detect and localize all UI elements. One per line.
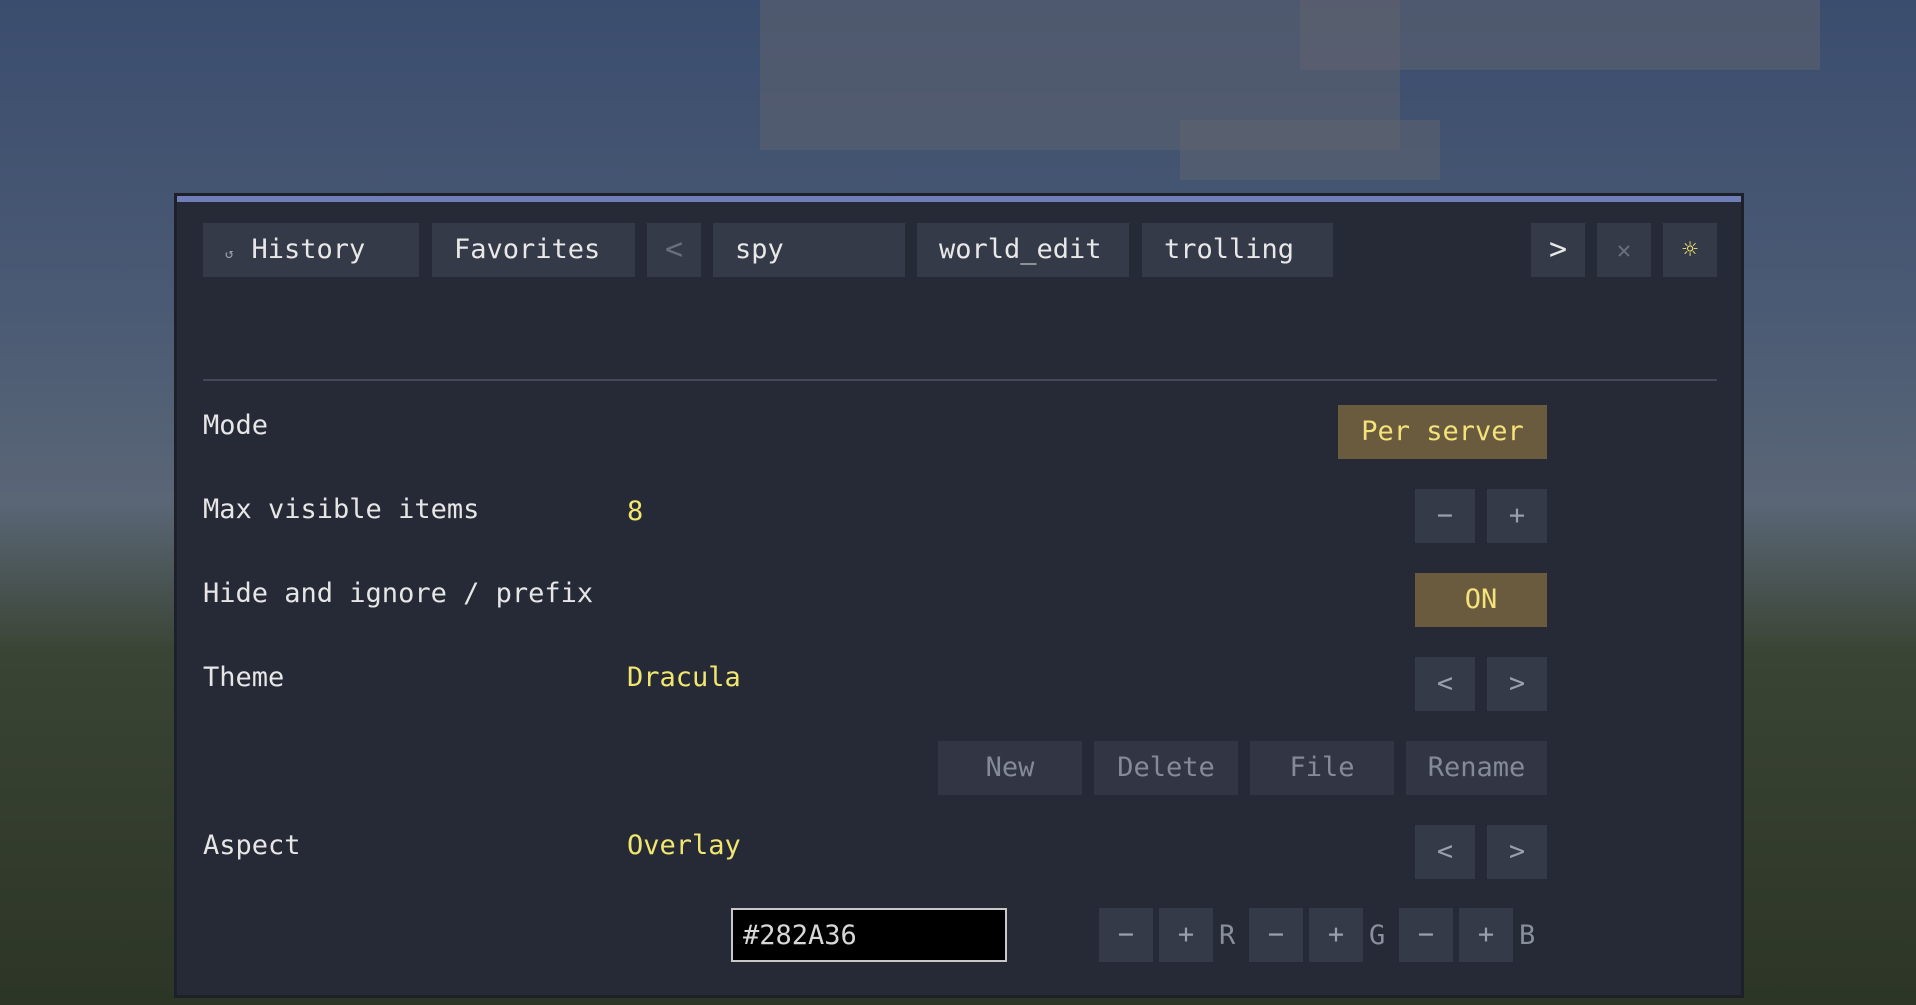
minus-icon: − — [1417, 919, 1435, 950]
minus-icon: − — [1117, 919, 1135, 950]
max-visible-decrease-button[interactable]: − — [1415, 489, 1475, 543]
tab-world-edit-label: world_edit — [939, 234, 1102, 265]
green-channel-label: G — [1369, 920, 1386, 951]
panel-accent-bar — [177, 196, 1741, 202]
chevron-right-icon: > — [1508, 668, 1526, 699]
tab-spy-label: spy — [735, 234, 784, 265]
chevron-left-icon: < — [1436, 668, 1454, 699]
plus-icon: + — [1508, 500, 1526, 531]
max-visible-increase-button[interactable]: + — [1487, 489, 1547, 543]
max-visible-value: 8 — [627, 496, 644, 527]
aspect-prev-button[interactable]: < — [1415, 825, 1475, 879]
tab-favorites-label: Favorites — [454, 234, 601, 265]
theme-delete-button[interactable]: Delete — [1094, 741, 1238, 795]
chevron-right-icon: > — [1548, 232, 1568, 267]
tab-world-edit[interactable]: world_edit — [917, 223, 1129, 277]
tab-trolling[interactable]: trolling — [1142, 223, 1333, 277]
commands-panel: ↺ History Favorites < spy world_edit trol… — [174, 193, 1744, 998]
aspect-next-button[interactable]: > — [1487, 825, 1547, 879]
theme-new-button[interactable]: New — [938, 741, 1082, 795]
section-divider — [203, 379, 1717, 381]
green-increase-button[interactable]: + — [1309, 908, 1363, 962]
plus-icon: + — [1177, 919, 1195, 950]
tab-history[interactable]: ↺ History — [203, 223, 419, 277]
red-increase-button[interactable]: + — [1159, 908, 1213, 962]
tabs-next-button[interactable]: > — [1531, 223, 1585, 277]
blue-decrease-button[interactable]: − — [1399, 908, 1453, 962]
tab-history-label: History — [251, 234, 366, 265]
minus-icon: − — [1267, 919, 1285, 950]
theme-value: Dracula — [627, 662, 741, 693]
theme-label: Theme — [203, 662, 285, 693]
close-button[interactable]: ✕ — [1597, 223, 1651, 277]
gear-icon: ☼ — [1682, 235, 1698, 265]
theme-next-button[interactable]: > — [1487, 657, 1547, 711]
chevron-right-icon: > — [1508, 836, 1526, 867]
red-channel-label: R — [1219, 920, 1236, 951]
hide-prefix-label: Hide and ignore / prefix — [203, 578, 594, 609]
aspect-value: Overlay — [627, 830, 741, 861]
theme-prev-button[interactable]: < — [1415, 657, 1475, 711]
chevron-left-icon: < — [664, 232, 684, 267]
refresh-icon: ↺ — [225, 246, 234, 262]
background-cloud — [1300, 0, 1820, 70]
mode-label: Mode — [203, 410, 269, 441]
theme-file-button[interactable]: File — [1250, 741, 1394, 795]
color-hex-input[interactable] — [731, 908, 1007, 962]
settings-button[interactable]: ☼ — [1663, 223, 1717, 277]
theme-rename-button[interactable]: Rename — [1406, 741, 1547, 795]
minus-icon: − — [1436, 500, 1454, 531]
green-decrease-button[interactable]: − — [1249, 908, 1303, 962]
blue-channel-label: B — [1519, 920, 1536, 951]
mode-toggle-button[interactable]: Per server — [1338, 405, 1547, 459]
tab-favorites[interactable]: Favorites — [432, 223, 635, 277]
plus-icon: + — [1327, 919, 1345, 950]
blue-increase-button[interactable]: + — [1459, 908, 1513, 962]
red-decrease-button[interactable]: − — [1099, 908, 1153, 962]
tabs-prev-button[interactable]: < — [647, 223, 701, 277]
close-icon: ✕ — [1616, 236, 1632, 264]
max-visible-label: Max visible items — [203, 494, 480, 525]
plus-icon: + — [1477, 919, 1495, 950]
chevron-left-icon: < — [1436, 836, 1454, 867]
tab-trolling-label: trolling — [1164, 234, 1295, 265]
aspect-label: Aspect — [203, 830, 301, 861]
tab-spy[interactable]: spy — [713, 223, 905, 277]
background-cloud — [1180, 120, 1440, 180]
hide-prefix-toggle[interactable]: ON — [1415, 573, 1547, 627]
